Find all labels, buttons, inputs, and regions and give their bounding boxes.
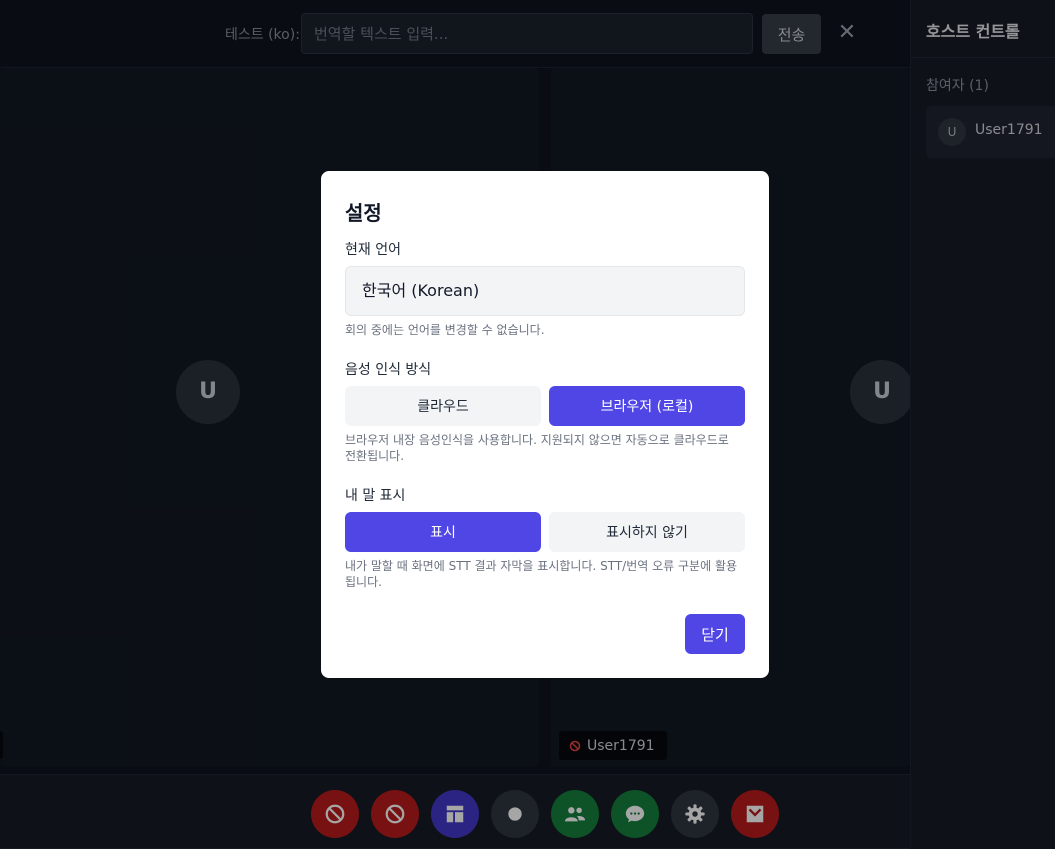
language-label: 현재 언어 [345,242,401,258]
stt-method-label: 음성 인식 방식 [345,362,432,378]
stt-hint: 브라우저 내장 음성인식을 사용합니다. 지원되지 않으면 자동으로 클라우드로… [345,433,729,463]
display-show-button[interactable]: 표시 [345,512,541,552]
language-field: 한국어 (Korean) [345,266,745,316]
modal-title: 설정 [345,201,382,225]
display-label: 내 말 표시 [345,488,406,504]
display-hint: 내가 말할 때 화면에 STT 결과 자막을 표시합니다. STT/번역 오류 … [345,559,738,589]
display-hide-button[interactable]: 표시하지 않기 [549,512,745,552]
language-hint: 회의 중에는 언어를 변경할 수 없습니다. [345,323,545,337]
stt-browser-button[interactable]: 브라우저 (로컬) [549,386,745,426]
settings-modal: 설정 현재 언어 한국어 (Korean) 회의 중에는 언어를 변경할 수 없… [321,171,769,678]
stt-cloud-button[interactable]: 클라우드 [345,386,541,426]
close-button[interactable]: 닫기 [685,614,745,654]
